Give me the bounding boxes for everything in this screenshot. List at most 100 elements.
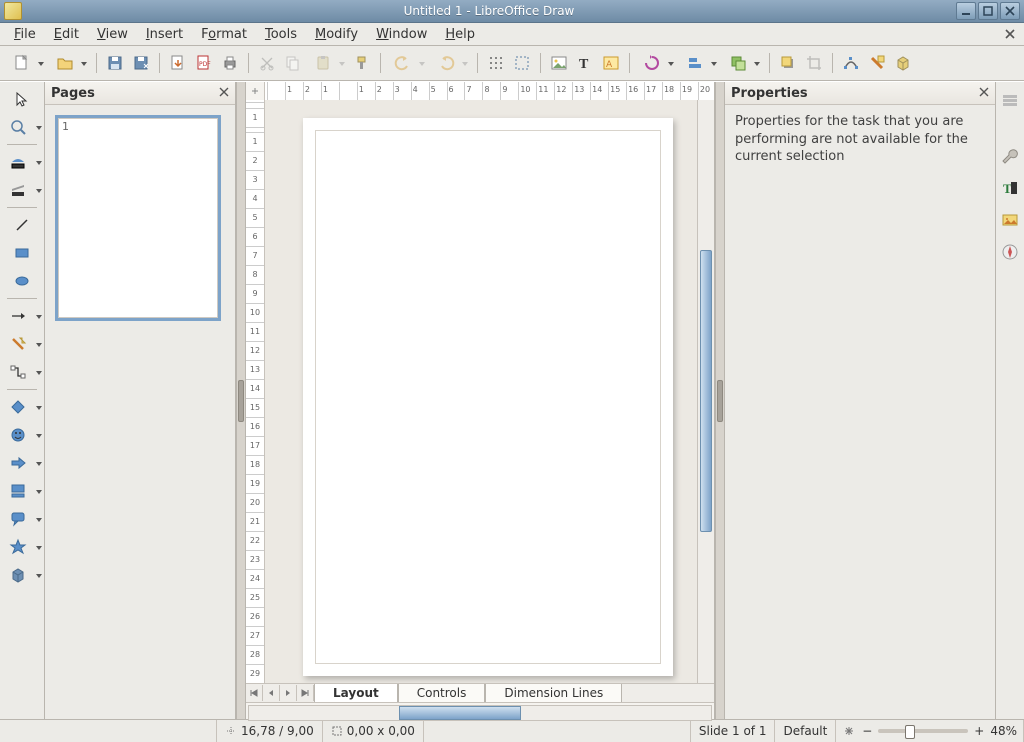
align-button[interactable] — [679, 51, 720, 75]
menu-file[interactable]: File — [6, 25, 44, 44]
menu-tools[interactable]: Tools — [257, 25, 305, 44]
save-button[interactable] — [103, 51, 127, 75]
cursor-position-icon — [225, 725, 237, 737]
glue-points-button[interactable] — [865, 51, 889, 75]
vertical-ruler[interactable]: 1123456789101112131415161718192021222324… — [246, 100, 265, 683]
sidebar-gallery-tab[interactable] — [998, 208, 1022, 232]
page-thumbnail[interactable]: 1 — [55, 115, 221, 321]
pages-panel-header: Pages — [45, 82, 235, 105]
extrusion-button[interactable] — [891, 51, 915, 75]
lines-arrows-tool[interactable] — [0, 303, 44, 329]
zoom-fit-button[interactable] — [842, 724, 856, 738]
tab-layout[interactable]: Layout — [314, 684, 398, 703]
menubar: File Edit View Insert Format Tools Modif… — [0, 23, 1024, 46]
line-color-tool[interactable] — [0, 177, 44, 203]
drawing-canvas[interactable] — [265, 100, 714, 683]
crop-image-button[interactable] — [802, 51, 826, 75]
menu-window[interactable]: Window — [368, 25, 435, 44]
properties-panel-header: Properties — [725, 82, 995, 105]
shadow-button[interactable] — [776, 51, 800, 75]
window-close-button[interactable] — [1000, 2, 1020, 20]
svg-text:T: T — [579, 57, 589, 72]
connector-tool[interactable] — [0, 359, 44, 385]
clone-format-button[interactable] — [350, 51, 374, 75]
svg-text:PDF: PDF — [199, 61, 211, 68]
horizontal-ruler[interactable]: 1211234567891011121314151617181920 — [265, 82, 714, 101]
basic-shapes-tool[interactable] — [0, 394, 44, 420]
copy-button[interactable] — [281, 51, 305, 75]
grid-button[interactable] — [484, 51, 508, 75]
menu-view[interactable]: View — [89, 25, 136, 44]
helplines-button[interactable] — [510, 51, 534, 75]
fill-color-tool[interactable] — [0, 149, 44, 175]
new-document-button[interactable] — [6, 51, 47, 75]
export-pdf-button[interactable]: PDF — [192, 51, 216, 75]
menu-modify[interactable]: Modify — [307, 25, 366, 44]
horizontal-scrollbar[interactable] — [248, 705, 712, 721]
pages-panel-close-button[interactable] — [219, 86, 229, 101]
export-button[interactable] — [166, 51, 190, 75]
properties-splitter[interactable] — [715, 82, 725, 719]
block-arrows-tool[interactable] — [0, 450, 44, 476]
open-document-button[interactable] — [49, 51, 90, 75]
paste-button[interactable] — [307, 51, 348, 75]
zoom-tool[interactable] — [0, 114, 44, 140]
menu-insert[interactable]: Insert — [138, 25, 191, 44]
ruler-corner[interactable] — [246, 82, 265, 101]
horizontal-scrollbar-thumb[interactable] — [399, 706, 521, 720]
save-as-button[interactable] — [129, 51, 153, 75]
insert-image-button[interactable] — [547, 51, 571, 75]
symbol-shapes-tool[interactable] — [0, 422, 44, 448]
status-slide-info[interactable]: Slide 1 of 1 — [691, 720, 776, 742]
nav-last-page[interactable] — [297, 685, 314, 701]
nav-next-page[interactable] — [280, 685, 297, 701]
app-icon — [4, 2, 22, 20]
menu-help[interactable]: Help — [437, 25, 483, 44]
print-button[interactable] — [218, 51, 242, 75]
vertical-scrollbar[interactable] — [697, 100, 714, 683]
zoom-out-button[interactable]: − — [860, 724, 874, 738]
properties-panel-close-button[interactable] — [979, 86, 989, 101]
sidebar-properties-tab[interactable] — [998, 144, 1022, 168]
arrange-button[interactable] — [722, 51, 763, 75]
tab-dimension-lines[interactable]: Dimension Lines — [485, 684, 622, 702]
rectangle-tool[interactable] — [4, 240, 40, 266]
undo-button[interactable] — [387, 51, 428, 75]
stars-tool[interactable] — [0, 534, 44, 560]
nav-first-page[interactable] — [246, 685, 263, 701]
vertical-scrollbar-thumb[interactable] — [700, 250, 712, 532]
status-page-style[interactable]: Default — [775, 720, 836, 742]
pages-splitter[interactable] — [236, 82, 246, 719]
sidebar-settings-button[interactable] — [998, 88, 1022, 112]
nav-prev-page[interactable] — [263, 685, 280, 701]
menu-edit[interactable]: Edit — [46, 25, 87, 44]
3d-objects-tool[interactable] — [0, 562, 44, 588]
zoom-slider-thumb[interactable] — [905, 725, 915, 739]
status-object-size: 0,00 x 0,00 — [323, 720, 424, 742]
zoom-slider[interactable] — [878, 729, 968, 733]
drawing-toolbox — [0, 82, 45, 719]
zoom-percentage[interactable]: 48% — [990, 724, 1017, 738]
window-minimize-button[interactable] — [956, 2, 976, 20]
curve-tool[interactable] — [0, 331, 44, 357]
ellipse-tool[interactable] — [4, 268, 40, 294]
edit-points-button[interactable] — [839, 51, 863, 75]
callout-tool[interactable] — [0, 506, 44, 532]
sidebar-navigator-tab[interactable] — [998, 240, 1022, 264]
close-document-button[interactable] — [1004, 28, 1016, 40]
line-tool[interactable] — [4, 212, 40, 238]
insert-fontwork-button[interactable]: A — [599, 51, 623, 75]
drawing-page[interactable] — [303, 118, 673, 676]
cut-button[interactable] — [255, 51, 279, 75]
transformations-button[interactable] — [636, 51, 677, 75]
redo-button[interactable] — [430, 51, 471, 75]
status-cursor-position: 16,78 / 9,00 — [217, 720, 323, 742]
menu-format[interactable]: Format — [193, 25, 255, 44]
select-tool[interactable] — [4, 86, 40, 112]
sidebar-styles-tab[interactable]: T — [998, 176, 1022, 200]
flowchart-tool[interactable] — [0, 478, 44, 504]
insert-textbox-button[interactable]: T — [573, 51, 597, 75]
tab-controls[interactable]: Controls — [398, 684, 486, 702]
zoom-in-button[interactable]: + — [972, 724, 986, 738]
window-maximize-button[interactable] — [978, 2, 998, 20]
